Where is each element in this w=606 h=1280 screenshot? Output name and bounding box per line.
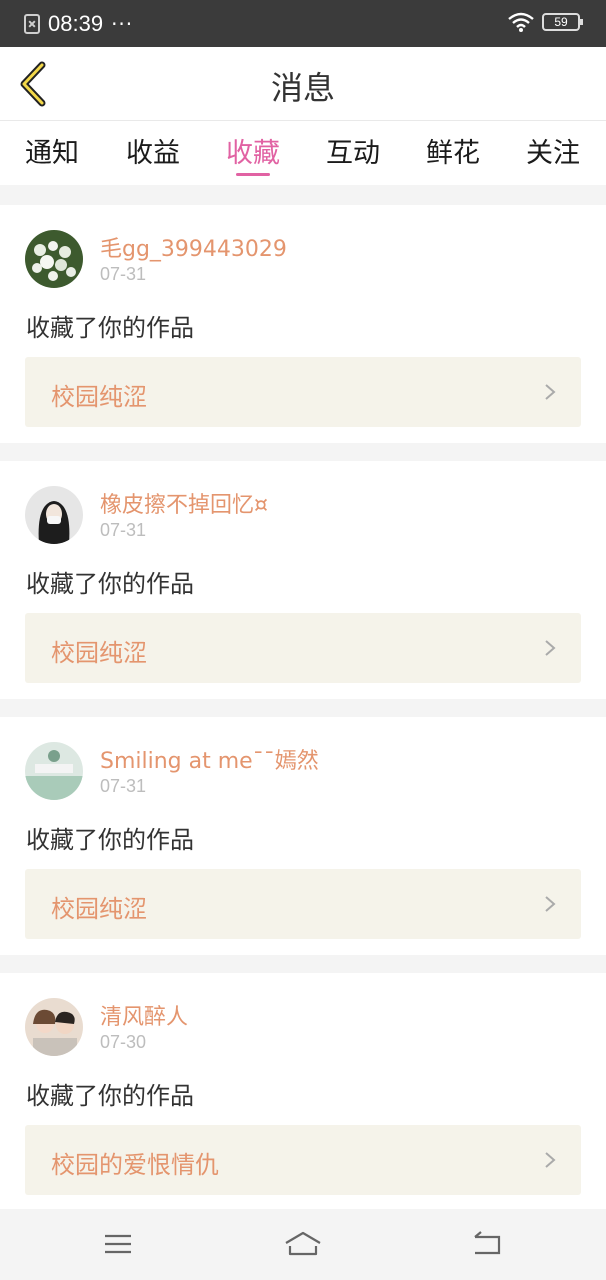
menu-icon[interactable] <box>98 1227 138 1261</box>
message-text: 收藏了你的作品 <box>26 570 194 598</box>
tab-favorites[interactable]: 收藏 <box>208 131 298 170</box>
tab-earnings[interactable]: 收益 <box>108 131 198 170</box>
work-title: 校园纯涩 <box>51 639 147 667</box>
user-name[interactable]: 橡皮擦不掉回忆¤ <box>100 487 268 519</box>
page-title: 消息 <box>270 69 335 107</box>
message-card: Smiling at me¯¯嫣然 07-31 收藏了你的作品 校园纯涩 <box>0 717 606 955</box>
home-icon[interactable] <box>283 1227 323 1261</box>
message-date: 07-31 <box>100 264 147 284</box>
wifi-icon <box>508 12 534 32</box>
status-dots: ··· <box>111 11 134 36</box>
work-title: 校园纯涩 <box>51 895 147 923</box>
work-link[interactable]: 校园纯涩 <box>25 869 581 939</box>
sim-alert-icon <box>24 13 40 34</box>
user-name[interactable]: 清风醉人 <box>100 999 188 1031</box>
message-date: 07-31 <box>100 776 147 796</box>
avatar[interactable] <box>25 230 83 288</box>
avatar[interactable] <box>25 486 83 544</box>
user-name[interactable]: Smiling at me¯¯嫣然 <box>100 743 319 775</box>
status-bar: 08:39 ··· 59 <box>0 0 606 47</box>
message-text: 收藏了你的作品 <box>26 314 194 342</box>
active-tab-indicator <box>236 173 270 176</box>
tab-flowers[interactable]: 鲜花 <box>408 131 498 170</box>
status-right: 59 <box>508 12 583 32</box>
message-date: 07-31 <box>100 520 147 540</box>
tab-interactions[interactable]: 互动 <box>308 131 398 170</box>
chevron-right-icon <box>545 640 556 656</box>
return-icon[interactable] <box>467 1227 507 1261</box>
work-link[interactable]: 校园纯涩 <box>25 357 581 427</box>
message-card: 毛gg_399443029 07-31 收藏了你的作品 校园纯涩 <box>0 205 606 443</box>
system-nav-bar <box>0 1209 606 1280</box>
chevron-right-icon <box>545 1152 556 1168</box>
battery-icon: 59 <box>542 13 583 31</box>
work-link[interactable]: 校园纯涩 <box>25 613 581 683</box>
status-time: 08:39 <box>48 10 104 36</box>
status-left: 08:39 ··· <box>24 11 133 37</box>
work-link[interactable]: 校园的爱恨情仇 <box>25 1125 581 1195</box>
message-card: 清风醉人 07-30 收藏了你的作品 校园的爱恨情仇 <box>0 973 606 1211</box>
work-title: 校园的爱恨情仇 <box>51 1151 219 1179</box>
chevron-right-icon <box>545 384 556 400</box>
work-title: 校园纯涩 <box>51 383 147 411</box>
header: 消息 <box>0 47 606 121</box>
tab-bar: 通知 收益 收藏 互动 鲜花 关注 <box>0 121 606 185</box>
message-card: 橡皮擦不掉回忆¤ 07-31 收藏了你的作品 校园纯涩 <box>0 461 606 699</box>
avatar[interactable] <box>25 742 83 800</box>
user-name[interactable]: 毛gg_399443029 <box>100 231 287 263</box>
message-text: 收藏了你的作品 <box>26 1082 194 1110</box>
message-date: 07-30 <box>100 1032 147 1052</box>
message-text: 收藏了你的作品 <box>26 826 194 854</box>
chevron-right-icon <box>545 896 556 912</box>
tab-notifications[interactable]: 通知 <box>7 131 97 170</box>
tab-follows[interactable]: 关注 <box>508 131 598 170</box>
avatar[interactable] <box>25 998 83 1056</box>
